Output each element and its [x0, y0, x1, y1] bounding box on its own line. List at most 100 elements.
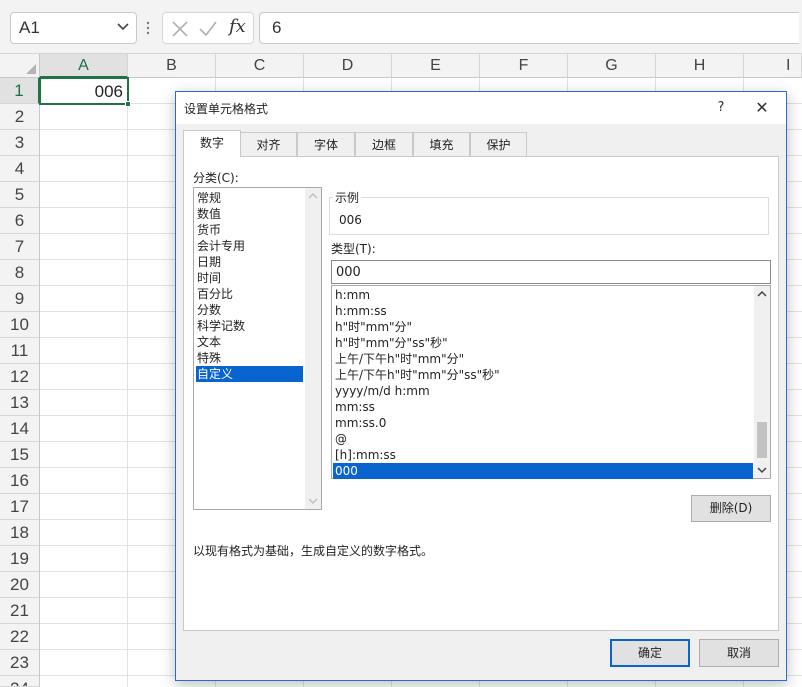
format-scrollbar[interactable]: [754, 286, 770, 478]
row-header-11[interactable]: 11: [0, 338, 40, 364]
row-header-15[interactable]: 15: [0, 442, 40, 468]
list-item[interactable]: 日期: [196, 254, 303, 270]
column-header-e[interactable]: E: [392, 54, 480, 78]
row-header-17[interactable]: 17: [0, 494, 40, 520]
list-item[interactable]: 上午/下午h"时"mm"分"ss"秒": [333, 367, 753, 383]
select-all-corner[interactable]: [0, 54, 40, 78]
type-input[interactable]: 000: [331, 260, 771, 284]
ok-button[interactable]: 确定: [610, 639, 690, 667]
cell-a1[interactable]: 006: [39, 77, 131, 107]
chevron-up-icon[interactable]: [308, 191, 318, 201]
format-code-list[interactable]: h:mm h:mm:ss h"时"mm"分" h"时"mm"分"ss"秒" 上午…: [331, 285, 771, 479]
chevron-down-icon[interactable]: [116, 19, 130, 33]
category-list[interactable]: 常规 数值 货币 会计专用 日期 时间 百分比 分数 科学记数 文本 特殊 自定…: [193, 187, 322, 510]
fx-button[interactable]: fx: [229, 16, 246, 37]
list-item[interactable]: 科学记数: [196, 318, 303, 334]
formula-actions: fx: [162, 12, 254, 44]
list-item[interactable]: yyyy/m/d h:mm: [333, 383, 753, 399]
row-header-4[interactable]: 4: [0, 156, 40, 182]
type-input-value: 000: [336, 265, 361, 280]
tab-alignment[interactable]: 对齐: [240, 132, 297, 156]
column-header-c[interactable]: C: [216, 54, 304, 78]
dialog-title: 设置单元格格式: [184, 102, 269, 116]
drag-handle-icon[interactable]: [145, 18, 151, 38]
list-item[interactable]: 上午/下午h"时"mm"分": [333, 351, 753, 367]
corner-triangle-icon: [26, 64, 36, 74]
row-header-22[interactable]: 22: [0, 624, 40, 650]
column-header-b[interactable]: B: [128, 54, 216, 78]
tab-number[interactable]: 数字: [183, 130, 241, 157]
row-header-2[interactable]: 2: [0, 104, 40, 130]
sample-label: 示例: [333, 189, 362, 206]
sample-value: 006: [339, 213, 362, 227]
row-header-12[interactable]: 12: [0, 364, 40, 390]
list-item[interactable]: mm:ss: [333, 399, 753, 415]
tab-border[interactable]: 边框: [355, 132, 413, 156]
row-header-16[interactable]: 16: [0, 468, 40, 494]
tab-font[interactable]: 字体: [297, 132, 355, 156]
row-header-10[interactable]: 10: [0, 312, 40, 338]
category-scrollbar[interactable]: [305, 188, 321, 509]
list-item[interactable]: 常规: [196, 190, 303, 206]
type-label: 类型(T):: [331, 242, 376, 256]
list-item[interactable]: h:mm:ss: [333, 303, 753, 319]
scrollbar-thumb[interactable]: [757, 422, 767, 458]
name-box[interactable]: A1: [10, 12, 137, 44]
list-item[interactable]: 文本: [196, 334, 303, 350]
row-header-6[interactable]: 6: [0, 208, 40, 234]
list-item[interactable]: h:mm: [333, 287, 753, 303]
tab-panel-number: 分类(C): 常规 数值 货币 会计专用 日期 时间 百分比 分数 科学记数 文…: [183, 156, 779, 631]
column-header-a[interactable]: A: [40, 54, 128, 78]
list-item[interactable]: 数值: [196, 206, 303, 222]
delete-button[interactable]: 删除(D): [691, 495, 771, 522]
column-header-d[interactable]: D: [304, 54, 392, 78]
row-header-3[interactable]: 3: [0, 130, 40, 156]
help-button[interactable]: ?: [709, 96, 733, 120]
column-header-f[interactable]: F: [480, 54, 568, 78]
list-item[interactable]: 会计专用: [196, 238, 303, 254]
check-icon[interactable]: [197, 18, 219, 40]
row-header-18[interactable]: 18: [0, 520, 40, 546]
grid-line: [127, 78, 128, 687]
list-item[interactable]: 时间: [196, 270, 303, 286]
row-header-7[interactable]: 7: [0, 234, 40, 260]
chevron-up-icon[interactable]: [757, 289, 767, 299]
name-box-value: A1: [19, 18, 40, 37]
list-item[interactable]: h"时"mm"分"ss"秒": [333, 335, 753, 351]
list-item[interactable]: 百分比: [196, 286, 303, 302]
list-item[interactable]: 分数: [196, 302, 303, 318]
column-header-g[interactable]: G: [568, 54, 656, 78]
row-header-19[interactable]: 19: [0, 546, 40, 572]
list-item[interactable]: @: [333, 431, 753, 447]
row-header-1[interactable]: 1: [0, 78, 40, 104]
row-header-14[interactable]: 14: [0, 416, 40, 442]
tab-protection[interactable]: 保护: [470, 132, 527, 156]
close-icon[interactable]: [169, 18, 191, 40]
row-header-23[interactable]: 23: [0, 650, 40, 676]
cancel-button[interactable]: 取消: [699, 639, 779, 667]
row-header-24[interactable]: 24: [0, 676, 40, 687]
formula-input[interactable]: 6: [259, 12, 799, 44]
dialog-titlebar[interactable]: 设置单元格格式 ? ✕: [176, 92, 786, 124]
chevron-down-icon[interactable]: [757, 465, 767, 475]
row-header-9[interactable]: 9: [0, 286, 40, 312]
list-item-selected[interactable]: 自定义: [196, 366, 303, 382]
row-header-8[interactable]: 8: [0, 260, 40, 286]
fill-handle[interactable]: [125, 101, 131, 107]
list-item[interactable]: 货币: [196, 222, 303, 238]
row-header-5[interactable]: 5: [0, 182, 40, 208]
list-item[interactable]: 特殊: [196, 350, 303, 366]
list-item[interactable]: mm:ss.0: [333, 415, 753, 431]
tab-fill[interactable]: 填充: [413, 132, 470, 156]
row-header-21[interactable]: 21: [0, 598, 40, 624]
list-item[interactable]: [h]:mm:ss: [333, 447, 753, 463]
list-item[interactable]: h"时"mm"分": [333, 319, 753, 335]
column-header-h[interactable]: H: [656, 54, 744, 78]
chevron-down-icon[interactable]: [308, 496, 318, 506]
list-item-selected[interactable]: 000: [333, 463, 753, 479]
row-header-13[interactable]: 13: [0, 390, 40, 416]
format-cells-dialog: 设置单元格格式 ? ✕ 数字 对齐 字体 边框 填充 保护 分类(C): 常规 …: [175, 91, 787, 681]
row-header-20[interactable]: 20: [0, 572, 40, 598]
column-header-i[interactable]: I: [744, 54, 802, 78]
close-button[interactable]: ✕: [750, 96, 774, 120]
